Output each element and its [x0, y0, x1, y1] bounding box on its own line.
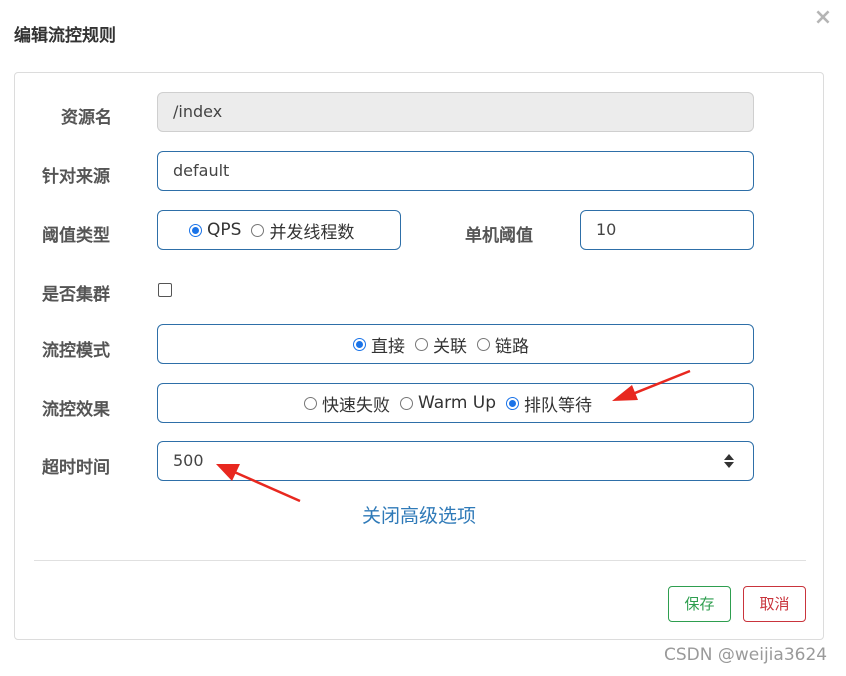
annotation-arrow-timeout [216, 464, 301, 503]
annotation-arrows [216, 369, 691, 503]
annotation-arrow-queue [612, 369, 691, 401]
